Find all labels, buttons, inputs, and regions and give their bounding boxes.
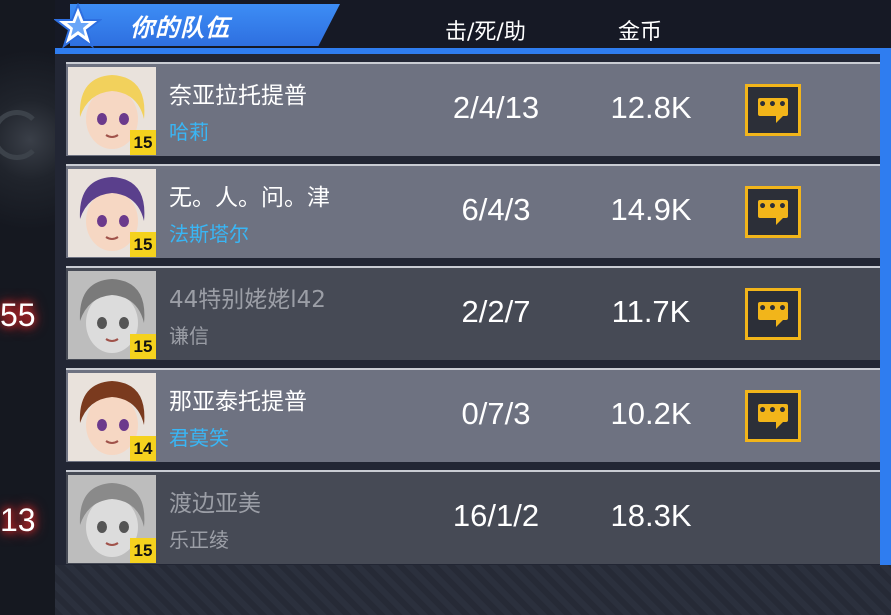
hero-avatar: 15 [68, 169, 156, 257]
panel-right-edge [880, 52, 891, 565]
hero-name: 哈莉 [169, 120, 209, 144]
chat-button[interactable]: ••• [745, 186, 801, 238]
star-badge-icon [54, 3, 102, 49]
column-header-kda: 击/死/助 [445, 20, 526, 45]
kda-value: 2/4/13 [452, 90, 540, 125]
player-row[interactable]: 14 那亚泰托提普 君莫笑 0/7/3 10.2K ••• [66, 368, 880, 462]
player-name: 奈亚拉托提普 [169, 83, 307, 109]
gold-value: 18.3K [610, 498, 692, 533]
player-name: 无。人。问。津 [169, 185, 330, 211]
background-ring-decor [0, 110, 42, 160]
side-score-2: 13 [0, 502, 36, 538]
hero-name: 君莫笑 [169, 426, 229, 450]
hero-name: 法斯塔尔 [169, 222, 249, 246]
gold-value: 10.2K [610, 396, 692, 431]
level-badge: 15 [130, 232, 156, 257]
player-name: 44特别姥姥l42 [169, 287, 326, 313]
hero-avatar: 15 [68, 475, 156, 563]
hero-name: 乐正绫 [169, 528, 229, 552]
player-name: 渡边亚美 [169, 491, 261, 517]
gold-value: 14.9K [610, 192, 692, 227]
player-name: 那亚泰托提普 [169, 389, 307, 415]
hero-avatar: 15 [68, 67, 156, 155]
hero-name: 谦信 [169, 324, 209, 348]
team-title: 你的队伍 [130, 14, 230, 42]
level-badge: 14 [130, 436, 156, 461]
kda-value: 0/7/3 [461, 396, 531, 431]
level-badge: 15 [130, 538, 156, 563]
gold-value: 11.7K [611, 294, 691, 329]
side-score-1: 55 [0, 297, 36, 333]
column-header-gold: 金币 [618, 20, 663, 45]
gold-value: 12.8K [610, 90, 692, 125]
chat-button[interactable]: ••• [745, 84, 801, 136]
hero-avatar: 15 [68, 271, 156, 359]
player-row[interactable]: 15 奈亚拉托提普 哈莉 2/4/13 12.8K ••• [66, 62, 880, 156]
level-badge: 15 [130, 130, 156, 155]
chat-button[interactable]: ••• [745, 390, 801, 442]
player-row[interactable]: 15 渡边亚美乐正绫 16/1/2 18.3K [66, 470, 880, 564]
header-divider [55, 48, 891, 54]
chat-button[interactable]: ••• [745, 288, 801, 340]
kda-value: 2/2/7 [461, 294, 531, 329]
player-row[interactable]: 15 无。人。问。津 法斯塔尔 6/4/3 14.9K ••• [66, 164, 880, 258]
kda-value: 16/1/2 [452, 498, 540, 533]
level-badge: 15 [130, 334, 156, 359]
player-row[interactable]: 15 44特别姥姥l42 谦信 2/2/7 11.7K ••• [66, 266, 880, 360]
panel-footer-pattern [55, 565, 891, 615]
kda-value: 6/4/3 [461, 192, 531, 227]
hero-avatar: 14 [68, 373, 156, 461]
